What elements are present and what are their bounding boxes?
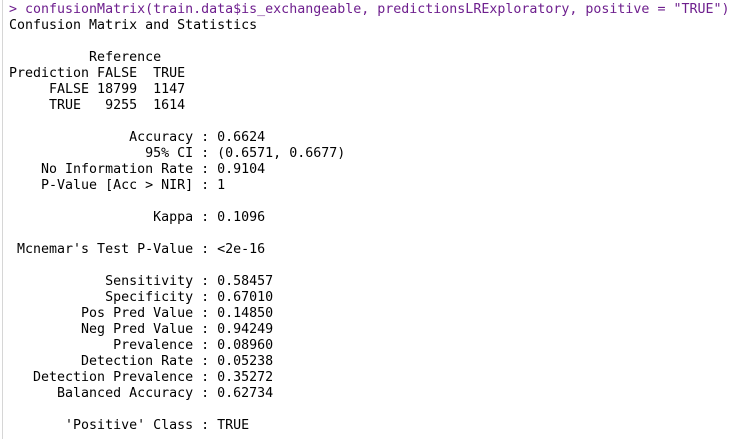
stat-pos-pred-value: Pos Pred Value : 0.14850 (9, 306, 274, 321)
matrix-reference-header: Reference (9, 50, 162, 65)
stat-balanced-accuracy: Balanced Accuracy : 0.62734 (9, 386, 274, 401)
r-console[interactable]: > confusionMatrix(train.data$is_exchange… (0, 0, 734, 439)
output-line-blank (9, 114, 730, 130)
output-line-blank (9, 226, 730, 242)
console-left-border (2, 0, 3, 439)
stat-accuracy: Accuracy : 0.6624 (9, 130, 266, 145)
matrix-column-header: Prediction FALSE TRUE (9, 66, 186, 81)
output-line-blank (9, 402, 730, 418)
stat-prevalence: Prevalence : 0.08960 (9, 338, 274, 353)
matrix-row-false: FALSE 18799 1147 (9, 82, 186, 97)
stat-confidence-interval: 95% CI : (0.6571, 0.6677) (9, 146, 346, 161)
console-output: > confusionMatrix(train.data$is_exchange… (9, 2, 730, 434)
stat-kappa: Kappa : 0.1096 (9, 210, 266, 225)
stat-detection-prevalence: Detection Prevalence : 0.35272 (9, 370, 274, 385)
output-line-blank (9, 194, 730, 210)
stat-sensitivity: Sensitivity : 0.58457 (9, 274, 274, 289)
stat-positive-class: 'Positive' Class : TRUE (9, 418, 250, 433)
stat-p-value-acc-nir: P-Value [Acc > NIR] : 1 (9, 178, 226, 193)
stat-neg-pred-value: Neg Pred Value : 0.94249 (9, 322, 274, 337)
matrix-row-true: TRUE 9255 1614 (9, 98, 186, 113)
output-line-title: Confusion Matrix and Statistics (9, 18, 258, 33)
stat-detection-rate: Detection Rate : 0.05238 (9, 354, 274, 369)
stat-specificity: Specificity : 0.67010 (9, 290, 274, 305)
stat-no-information-rate: No Information Rate : 0.9104 (9, 162, 266, 177)
stat-mcnemar-p-value: Mcnemar's Test P-Value : <2e-16 (9, 242, 266, 257)
console-command-line: > confusionMatrix(train.data$is_exchange… (9, 2, 730, 17)
output-line-blank (9, 258, 730, 274)
output-line-blank (9, 34, 730, 50)
